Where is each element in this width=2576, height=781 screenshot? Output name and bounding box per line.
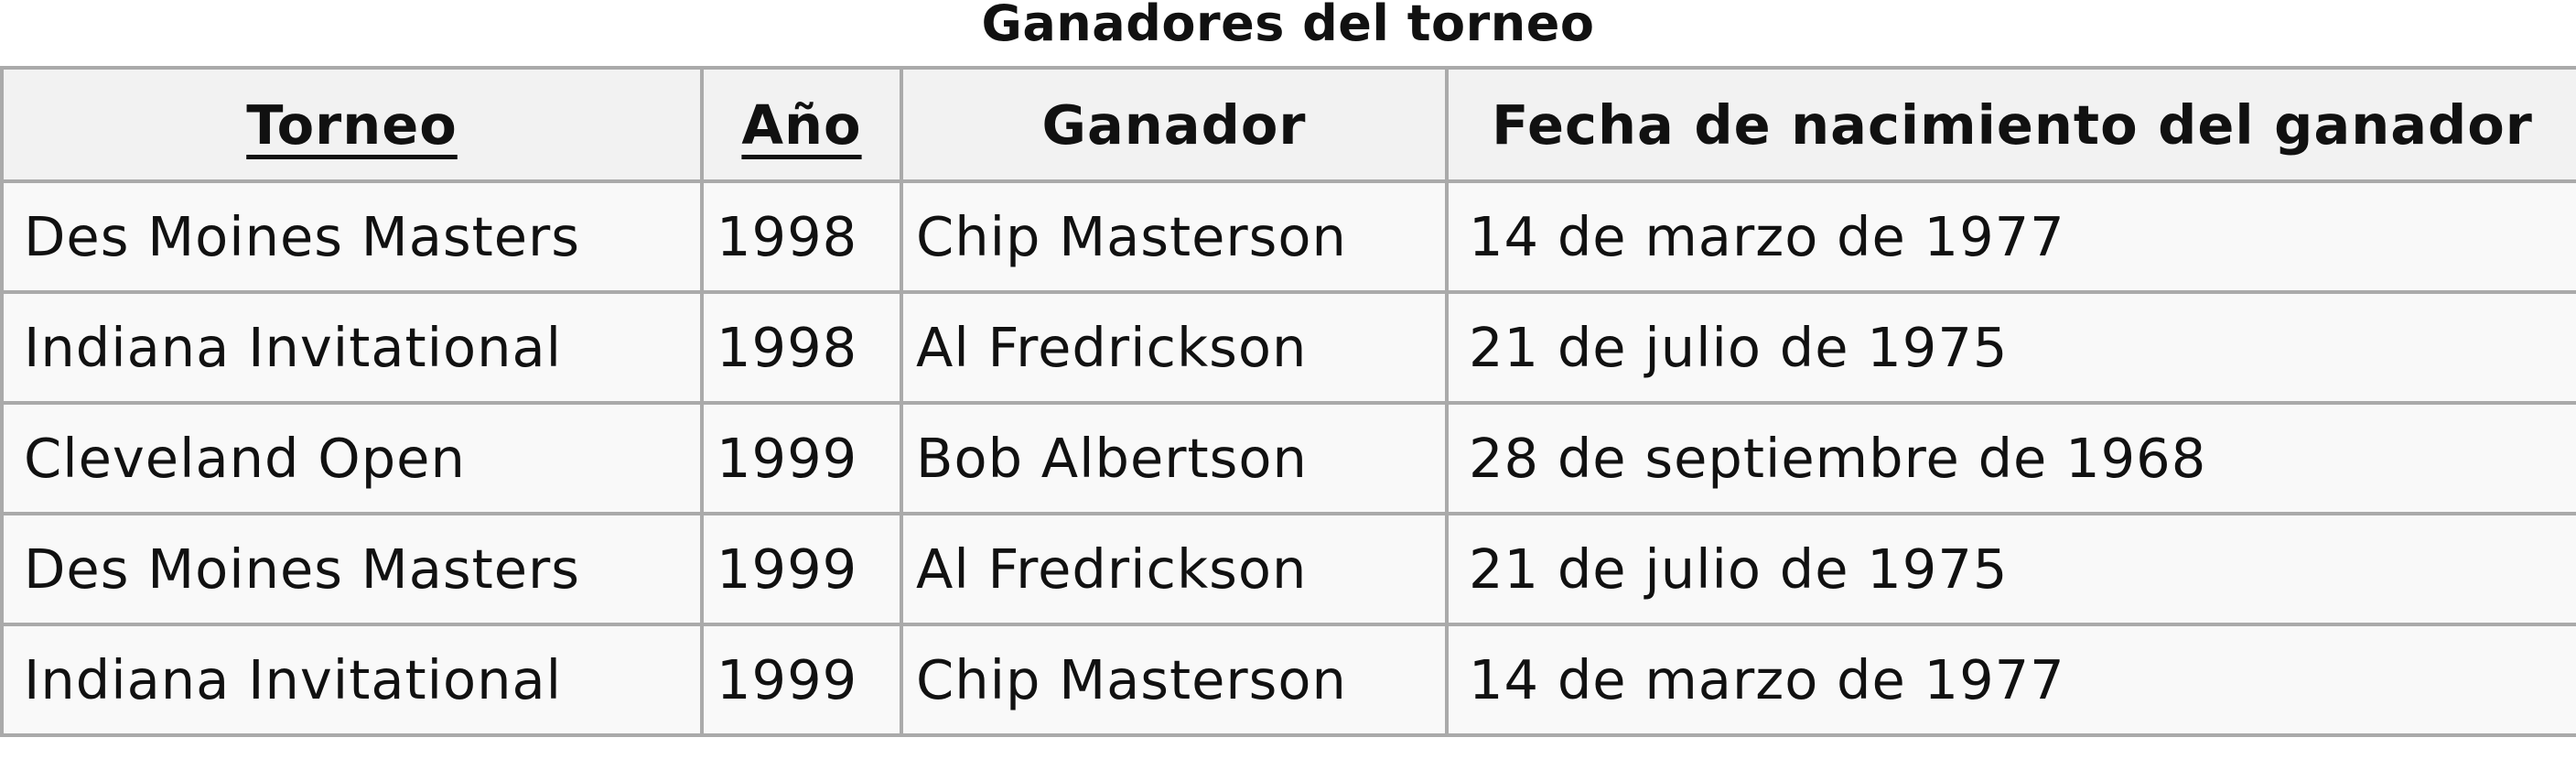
cell-anio: 1999: [700, 401, 903, 515]
header-torneo: Torneo: [0, 66, 704, 183]
winners-table: Torneo Año Ganador Fecha de nacimiento d…: [0, 66, 2576, 737]
table-caption: Ganadores del torneo: [981, 0, 1595, 52]
cell-fecha: 21 de julio de 1975: [1445, 290, 2576, 405]
cell-torneo: Indiana Invitational: [0, 623, 704, 737]
sort-anio-link[interactable]: Año: [741, 93, 861, 157]
cell-torneo: Des Moines Masters: [0, 512, 704, 626]
sort-torneo-link[interactable]: Torneo: [246, 93, 458, 157]
header-fecha: Fecha de nacimiento del ganador: [1445, 66, 2576, 183]
cell-fecha: 14 de marzo de 1977: [1445, 623, 2576, 737]
table-row: Indiana Invitational 1998 Al Fredrickson…: [0, 290, 2576, 405]
table-row: Indiana Invitational 1999 Chip Masterson…: [0, 623, 2576, 737]
cell-torneo: Des Moines Masters: [0, 179, 704, 294]
table-row: Des Moines Masters 1998 Chip Masterson 1…: [0, 179, 2576, 294]
cell-ganador: Chip Masterson: [900, 623, 1449, 737]
cell-fecha: 21 de julio de 1975: [1445, 512, 2576, 626]
cell-anio: 1999: [700, 623, 903, 737]
cell-anio: 1998: [700, 290, 903, 405]
cell-ganador: Chip Masterson: [900, 179, 1449, 294]
cell-anio: 1998: [700, 179, 903, 294]
cell-fecha: 14 de marzo de 1977: [1445, 179, 2576, 294]
table-row: Cleveland Open 1999 Bob Albertson 28 de …: [0, 401, 2576, 515]
cell-fecha: 28 de septiembre de 1968: [1445, 401, 2576, 515]
header-row: Torneo Año Ganador Fecha de nacimiento d…: [0, 66, 2576, 183]
cell-ganador: Bob Albertson: [900, 401, 1449, 515]
cell-torneo: Indiana Invitational: [0, 290, 704, 405]
table-row: Des Moines Masters 1999 Al Fredrickson 2…: [0, 512, 2576, 626]
header-anio: Año: [700, 66, 903, 183]
cell-ganador: Al Fredrickson: [900, 512, 1449, 626]
cell-anio: 1999: [700, 512, 903, 626]
header-ganador: Ganador: [900, 66, 1449, 183]
cell-ganador: Al Fredrickson: [900, 290, 1449, 405]
cell-torneo: Cleveland Open: [0, 401, 704, 515]
